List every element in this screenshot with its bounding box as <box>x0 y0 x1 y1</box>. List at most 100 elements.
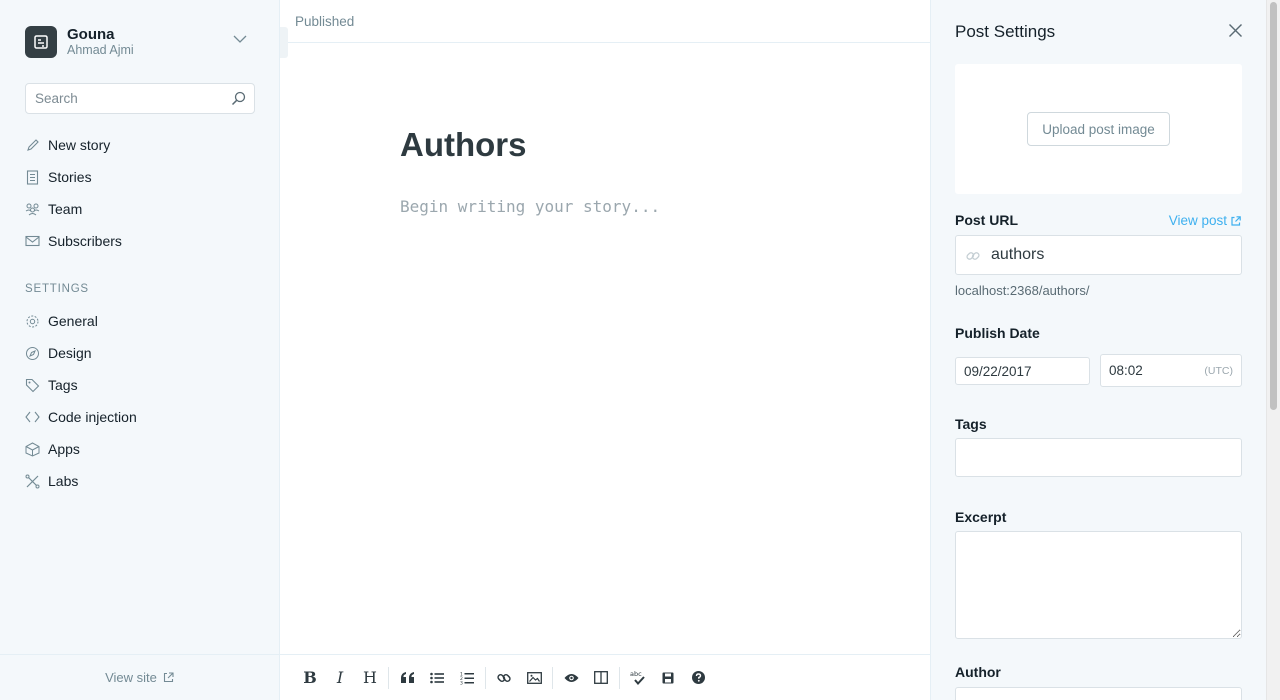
scrollbar-thumb[interactable] <box>1270 2 1277 410</box>
editor: Published Authors Begin writing your sto… <box>280 0 930 700</box>
toolbar-divider <box>619 666 620 689</box>
nav-label: Team <box>48 201 83 217</box>
excerpt-label: Excerpt <box>955 509 1007 525</box>
toolbar-divider <box>552 666 553 689</box>
view-site-link[interactable]: View site <box>0 654 279 700</box>
link-button[interactable] <box>489 663 519 693</box>
bullet-list-icon <box>430 672 444 683</box>
post-title-input[interactable]: Authors <box>400 126 527 164</box>
post-slug-input[interactable] <box>991 236 1231 274</box>
svg-text:abc: abc <box>630 670 642 678</box>
spellcheck-button[interactable]: abc <box>623 663 653 693</box>
publish-date-input[interactable] <box>956 358 1089 384</box>
upload-post-image-button[interactable]: Upload post image <box>1027 112 1170 146</box>
nav-label: Tags <box>48 377 78 393</box>
svg-text:3: 3 <box>460 680 463 685</box>
sidebar: Gouna Ahmad Ajmi New story Stories Team … <box>0 0 280 700</box>
close-icon[interactable] <box>1228 23 1243 38</box>
editor-status-bar: Published <box>280 0 930 43</box>
editor-resize-handle[interactable] <box>280 27 288 58</box>
side-by-side-button[interactable] <box>586 663 616 693</box>
blog-logo-icon <box>25 26 57 58</box>
search-box[interactable] <box>25 83 255 114</box>
nav-label: General <box>48 313 98 329</box>
nav-item-stories[interactable]: Stories <box>25 161 255 193</box>
bold-button[interactable]: B <box>295 663 325 693</box>
post-image-dropzone[interactable]: Upload post image <box>955 64 1242 194</box>
image-icon <box>526 671 542 684</box>
nav-item-new-story[interactable]: New story <box>25 129 255 161</box>
box-icon <box>25 441 40 457</box>
nav-item-labs[interactable]: Labs <box>25 465 255 497</box>
link-icon <box>966 252 980 260</box>
settings-title: Post Settings <box>955 22 1056 41</box>
author-label: Author <box>955 664 1001 680</box>
nav-item-design[interactable]: Design <box>25 337 255 369</box>
eye-icon <box>564 673 578 682</box>
publish-date-field[interactable] <box>955 357 1090 385</box>
link-icon <box>497 673 511 682</box>
publish-time-input[interactable] <box>1101 355 1191 386</box>
post-url-field[interactable] <box>955 235 1242 275</box>
settings-section-label: SETTINGS <box>25 283 89 295</box>
nav-label: Code injection <box>48 409 137 425</box>
quote-icon <box>400 672 414 683</box>
post-body-editor[interactable]: Begin writing your story... <box>400 197 660 216</box>
blog-title: Gouna <box>67 26 115 44</box>
italic-button[interactable]: I <box>325 663 355 693</box>
post-settings-panel: Post Settings Upload post image Post URL… <box>930 0 1266 700</box>
main-nav: New story Stories Team Subscribers <box>25 129 255 257</box>
tag-icon <box>25 378 40 393</box>
team-icon <box>25 202 40 217</box>
help-button[interactable] <box>683 663 713 693</box>
post-url-label: Post URL <box>955 212 1018 228</box>
editor-toolbar: B I H 123 abc <box>280 654 930 700</box>
document-icon <box>25 169 40 185</box>
search-icon[interactable] <box>231 91 246 106</box>
settings-nav: General Design Tags Code injection Apps … <box>25 305 255 497</box>
quote-button[interactable] <box>392 663 422 693</box>
save-icon <box>662 672 674 683</box>
nav-item-apps[interactable]: Apps <box>25 433 255 465</box>
timezone-label: (UTC) <box>1204 365 1233 377</box>
nav-label: Apps <box>48 441 80 457</box>
preview-button[interactable] <box>556 663 586 693</box>
toolbar-divider <box>388 666 389 689</box>
author-select[interactable] <box>955 687 1242 700</box>
nav-item-general[interactable]: General <box>25 305 255 337</box>
toolbar-divider <box>485 666 486 689</box>
markdown-guide-button[interactable] <box>653 663 683 693</box>
user-name: Ahmad Ajmi <box>67 43 134 58</box>
search-input[interactable] <box>26 84 216 113</box>
view-post-label: View post <box>1168 213 1227 228</box>
image-button[interactable] <box>519 663 549 693</box>
nav-label: Stories <box>48 169 92 185</box>
view-site-label: View site <box>105 670 157 685</box>
blog-switcher[interactable]: Gouna Ahmad Ajmi <box>25 25 255 59</box>
heading-button[interactable]: H <box>355 663 385 693</box>
settings-scrollbar[interactable] <box>1266 0 1280 700</box>
numbered-list-icon: 123 <box>460 671 474 685</box>
nav-item-code-injection[interactable]: Code injection <box>25 401 255 433</box>
nav-label: New story <box>48 137 111 153</box>
nav-label: Design <box>48 345 92 361</box>
nav-label: Labs <box>48 473 79 489</box>
view-post-link[interactable]: View post <box>1169 213 1241 228</box>
bullet-list-button[interactable] <box>422 663 452 693</box>
mail-icon <box>25 234 40 249</box>
compass-icon <box>25 346 40 361</box>
chevron-down-icon[interactable] <box>233 35 247 44</box>
publish-time-field[interactable]: (UTC) <box>1100 354 1242 387</box>
tags-input[interactable] <box>955 438 1242 477</box>
publish-date-label: Publish Date <box>955 325 1040 341</box>
external-link-icon <box>1231 215 1241 226</box>
excerpt-textarea[interactable] <box>955 531 1242 639</box>
nav-item-team[interactable]: Team <box>25 193 255 225</box>
labs-icon <box>25 474 40 489</box>
help-icon <box>691 671 705 684</box>
tags-label: Tags <box>955 416 987 432</box>
external-link-icon <box>163 672 174 683</box>
nav-item-tags[interactable]: Tags <box>25 369 255 401</box>
numbered-list-button[interactable]: 123 <box>452 663 482 693</box>
nav-item-subscribers[interactable]: Subscribers <box>25 225 255 257</box>
